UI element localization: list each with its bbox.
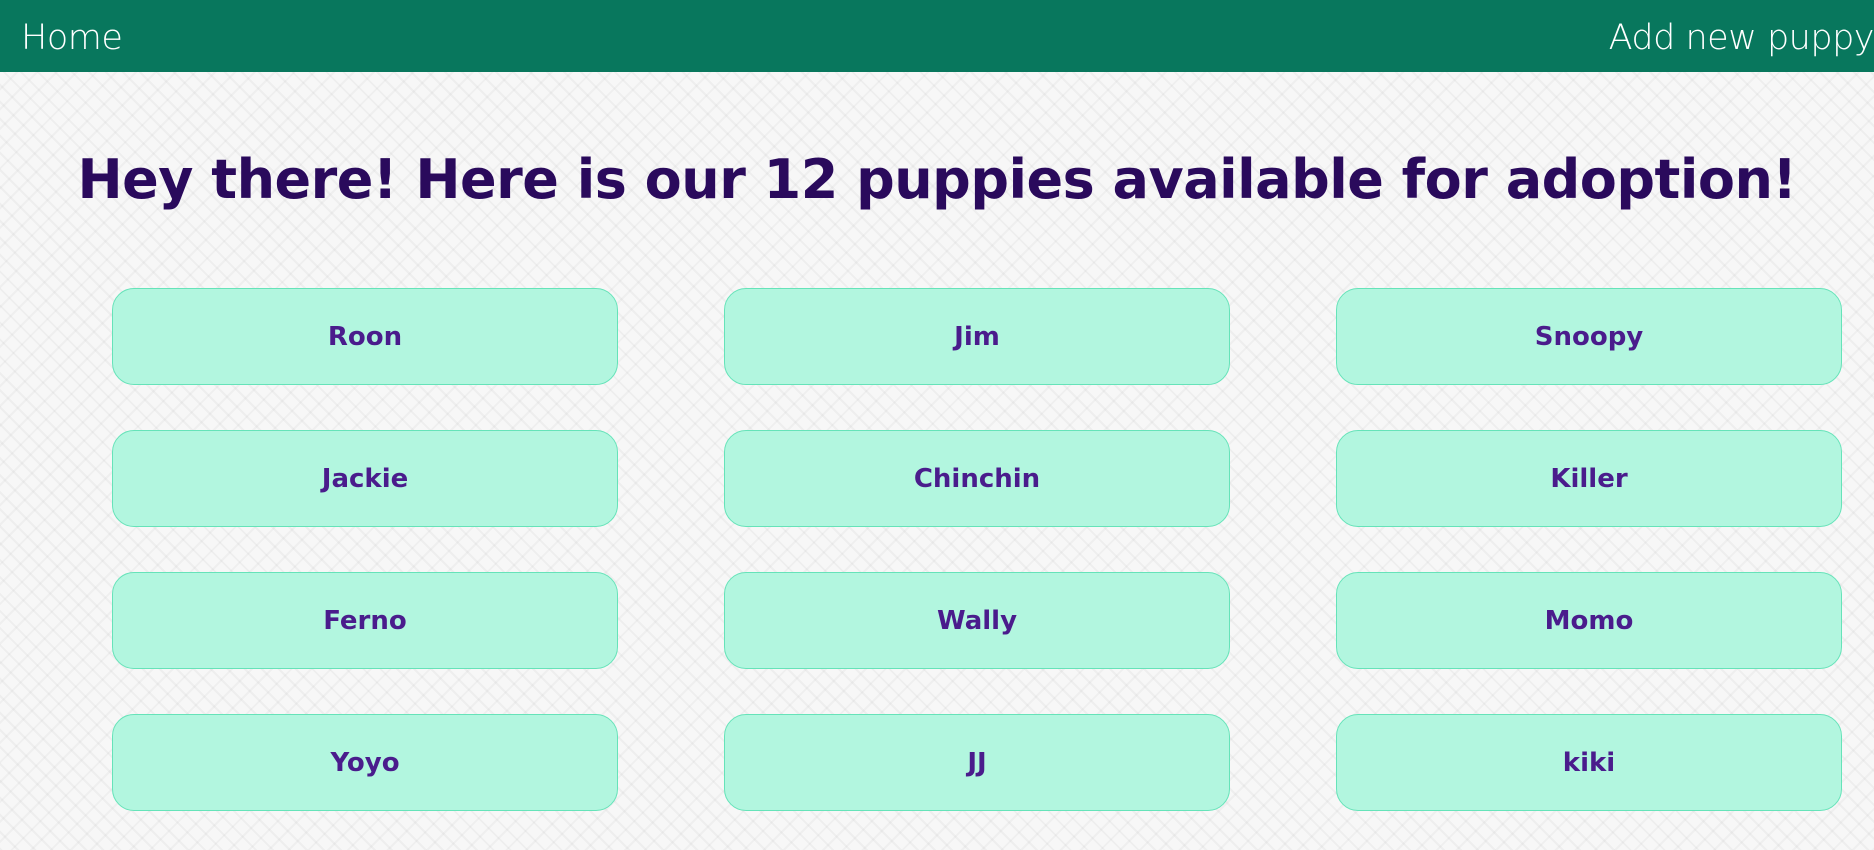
puppy-grid: Roon Jim Snoopy Jackie Chinchin Killer F… [112, 288, 1842, 811]
puppy-name: Snoopy [1534, 321, 1644, 352]
puppy-card[interactable]: Jim [724, 288, 1230, 385]
puppy-card[interactable]: Roon [112, 288, 618, 385]
puppy-name: Yoyo [330, 747, 400, 778]
puppy-name: Wally [936, 605, 1018, 636]
puppy-name: kiki [1562, 747, 1616, 778]
puppy-card[interactable]: Momo [1336, 572, 1842, 669]
add-new-puppy-link[interactable]: Add new puppy [1609, 0, 1874, 72]
puppy-card[interactable]: JJ [724, 714, 1230, 811]
puppy-card[interactable]: Wally [724, 572, 1230, 669]
puppy-card[interactable]: Snoopy [1336, 288, 1842, 385]
top-navbar: Home Add new puppy [0, 0, 1874, 72]
puppy-name: JJ [967, 747, 987, 778]
puppy-name: Jim [954, 321, 1000, 352]
puppy-card[interactable]: Chinchin [724, 430, 1230, 527]
puppy-name: Jackie [321, 463, 409, 494]
puppy-card[interactable]: Jackie [112, 430, 618, 527]
puppy-name: Momo [1544, 605, 1634, 636]
puppy-card[interactable]: Ferno [112, 572, 618, 669]
puppy-name: Killer [1550, 463, 1628, 494]
puppy-name: Ferno [323, 605, 407, 636]
puppy-card[interactable]: kiki [1336, 714, 1842, 811]
page-title: Hey there! Here is our 12 puppies availa… [77, 148, 1797, 211]
puppy-card[interactable]: Yoyo [112, 714, 618, 811]
puppy-card[interactable]: Killer [1336, 430, 1842, 527]
puppy-name: Roon [327, 321, 403, 352]
home-link[interactable]: Home [21, 0, 123, 72]
puppy-name: Chinchin [913, 463, 1041, 494]
